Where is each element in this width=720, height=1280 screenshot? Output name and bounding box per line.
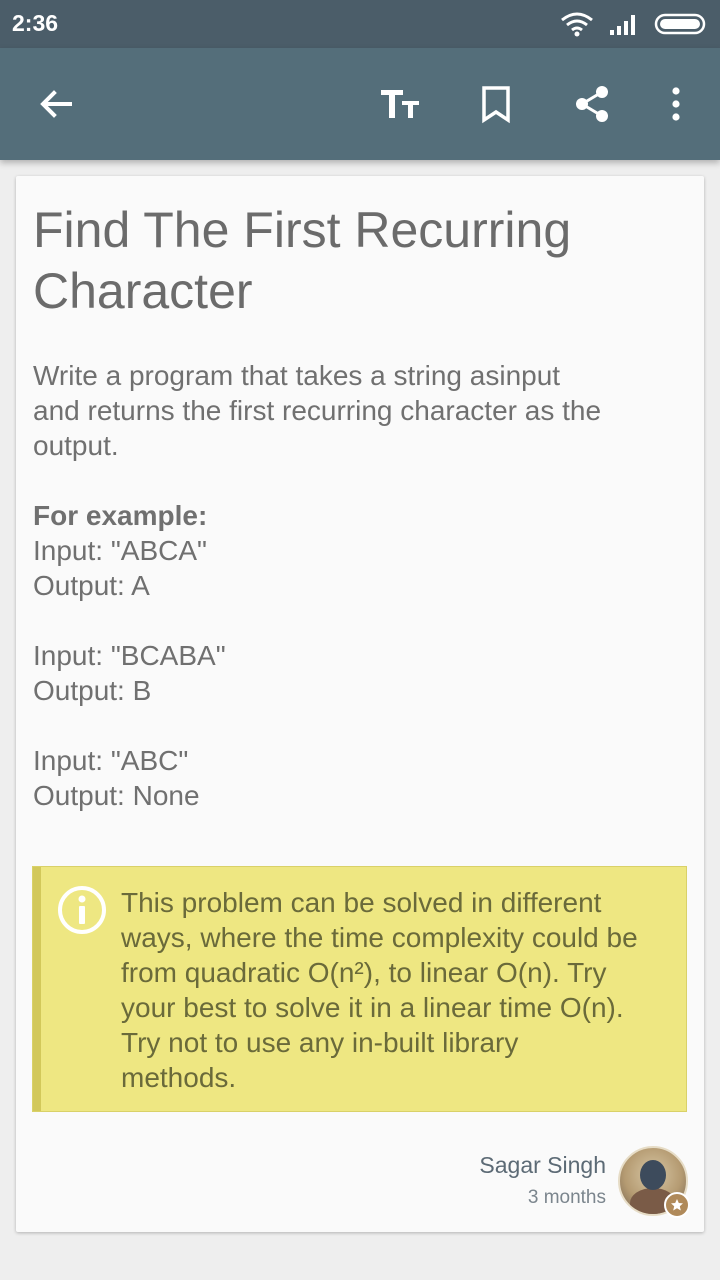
example-input: Input: "ABCA" [33, 535, 207, 566]
note-line: from quadratic O(n²), to linear O(n). Tr… [121, 957, 607, 988]
status-icons [560, 9, 708, 39]
example-output: Output: None [33, 780, 200, 811]
note-line: your best to solve it in a linear time O… [121, 992, 624, 1023]
examples-block: For example: Input: "ABCA" Output: A Inp… [33, 498, 673, 813]
note-line: Try not to use any in-built library [121, 1027, 519, 1058]
examples-heading: For example: [33, 500, 208, 531]
back-button[interactable] [28, 76, 84, 132]
note-line: ways, where the time complexity could be [121, 922, 638, 953]
example-input: Input: "BCABA" [33, 640, 226, 671]
status-bar: 2:36 [0, 0, 720, 48]
info-note: This problem can be solved in different … [32, 866, 687, 1112]
more-vert-icon [672, 87, 680, 121]
star-badge-icon [664, 1192, 690, 1218]
post-time: 3 months [527, 1187, 606, 1208]
intro-line: and returns the first recurring characte… [33, 395, 602, 426]
intro-line: Write a program that takes a string asin… [33, 360, 561, 391]
author-name[interactable]: Sagar Singh [479, 1152, 606, 1179]
example-input: Input: "ABC" [33, 745, 189, 776]
more-options-button[interactable] [648, 76, 704, 132]
bookmark-icon [482, 86, 510, 124]
share-button[interactable] [564, 76, 620, 132]
article-title: Find The First Recurring Character [33, 202, 572, 319]
battery-icon [654, 13, 706, 35]
bookmark-button[interactable] [468, 76, 524, 132]
article-intro: Write a program that takes a string asin… [33, 358, 673, 463]
article-card: Find The First Recurring Character Write… [16, 176, 704, 1232]
note-text: This problem can be solved in different … [121, 885, 681, 1095]
text-size-button[interactable] [372, 76, 428, 132]
note-line: This problem can be solved in different [121, 887, 602, 918]
note-line: methods. [121, 1062, 237, 1093]
example-output: Output: A [33, 570, 150, 601]
intro-line: output. [33, 430, 119, 461]
avatar-head [640, 1160, 666, 1190]
text-size-icon [381, 90, 419, 118]
share-icon [576, 86, 608, 122]
app-bar [0, 48, 720, 160]
example-output: Output: B [33, 675, 152, 706]
wifi-icon [561, 12, 593, 37]
info-icon [58, 886, 106, 934]
arrow-back-icon [40, 90, 72, 118]
status-time: 2:36 [12, 10, 59, 36]
note-accent-bar [33, 867, 41, 1111]
signal-icon [610, 15, 635, 35]
